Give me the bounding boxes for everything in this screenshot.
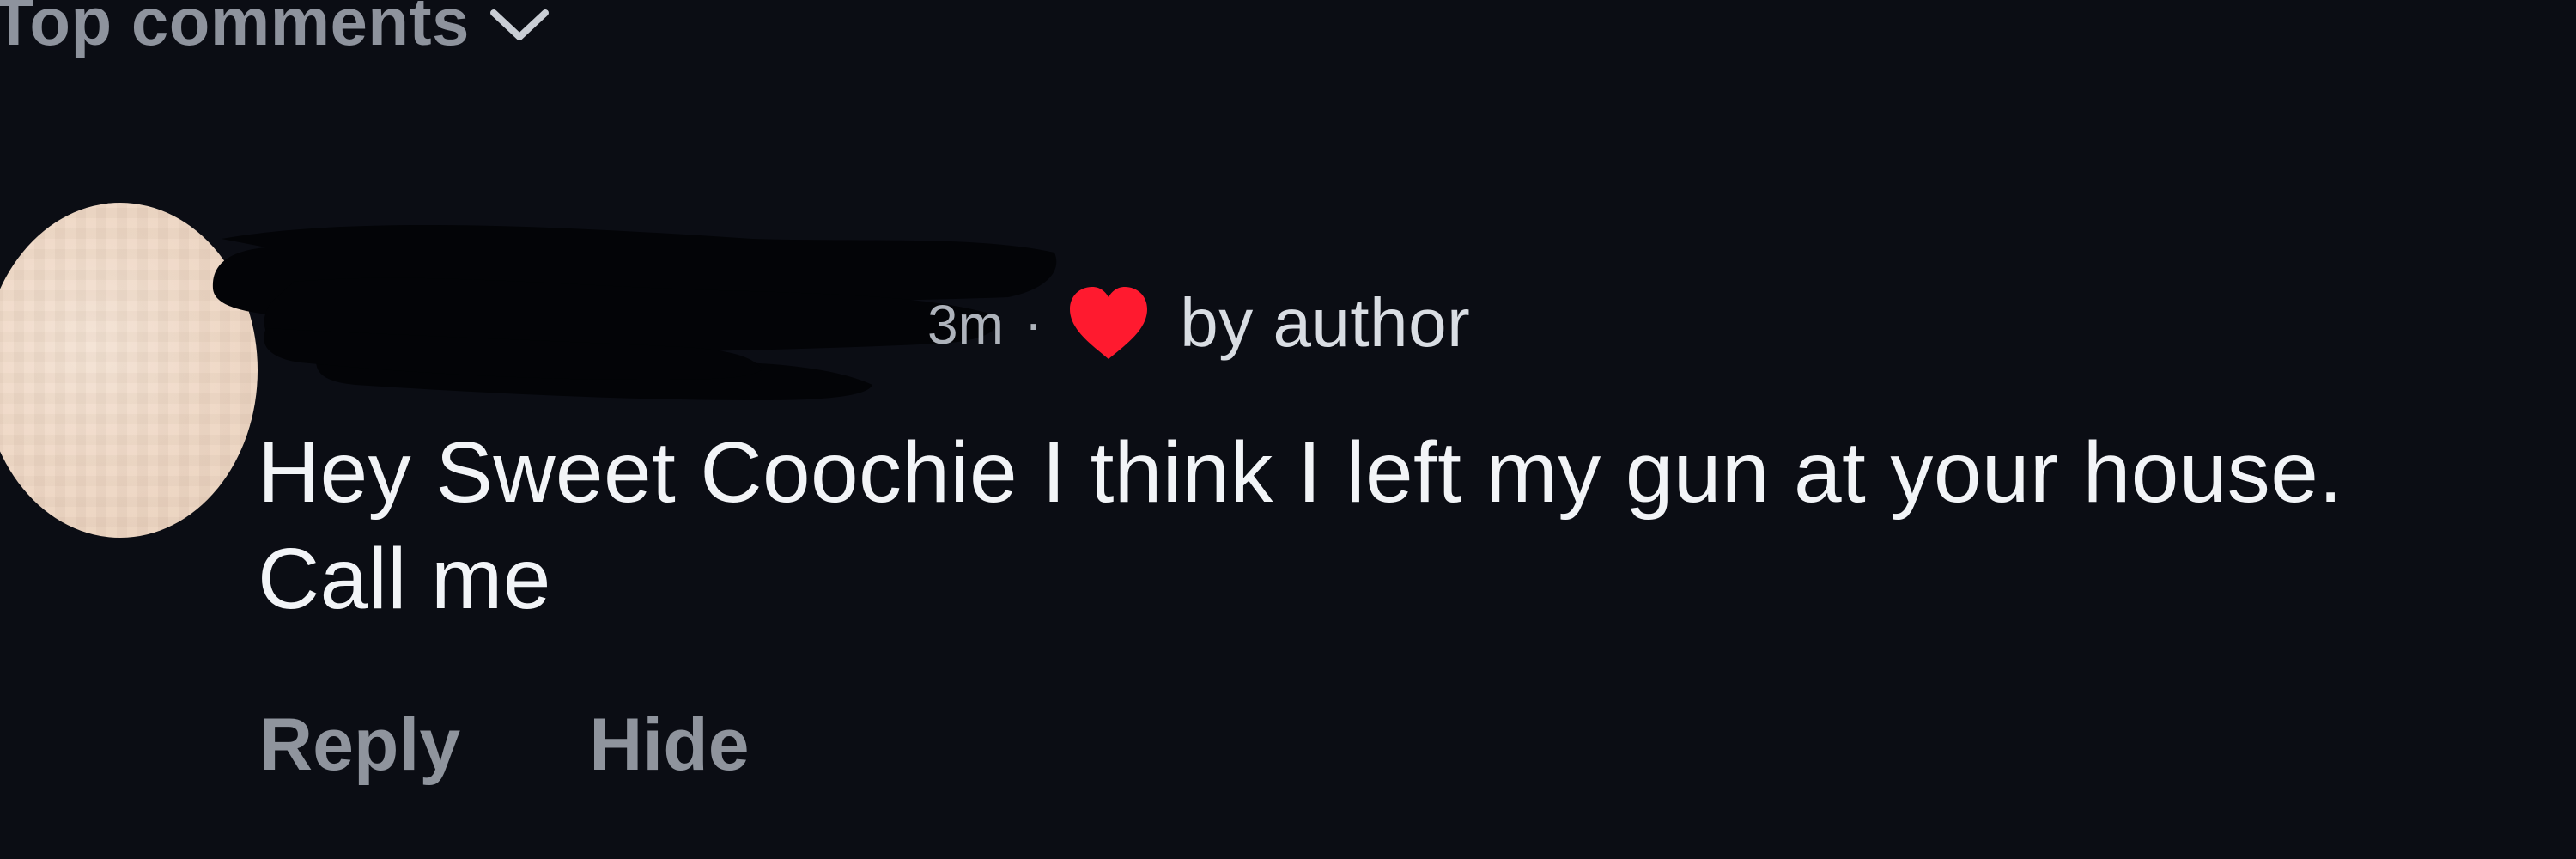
comment-actions: Reply Hide (259, 708, 750, 782)
top-comments-sort-toggle[interactable]: Top comments (0, 0, 550, 55)
comment-timestamp: 3m (927, 294, 1004, 356)
comments-screen: Top comments 3m · by author Hey Sweet Co… (0, 0, 2576, 859)
meta-separator: · (1024, 292, 1043, 354)
reply-button[interactable]: Reply (259, 708, 460, 782)
heart-icon (1070, 287, 1148, 359)
comment-meta: 3m · by author (927, 283, 1470, 362)
chevron-down-icon (489, 9, 549, 40)
top-comments-label: Top comments (0, 0, 470, 59)
hide-button[interactable]: Hide (589, 708, 749, 782)
comment-text: Hey Sweet Coochie I think I left my gun … (258, 424, 2343, 627)
liked-by-author-label: by author (1180, 284, 1471, 361)
